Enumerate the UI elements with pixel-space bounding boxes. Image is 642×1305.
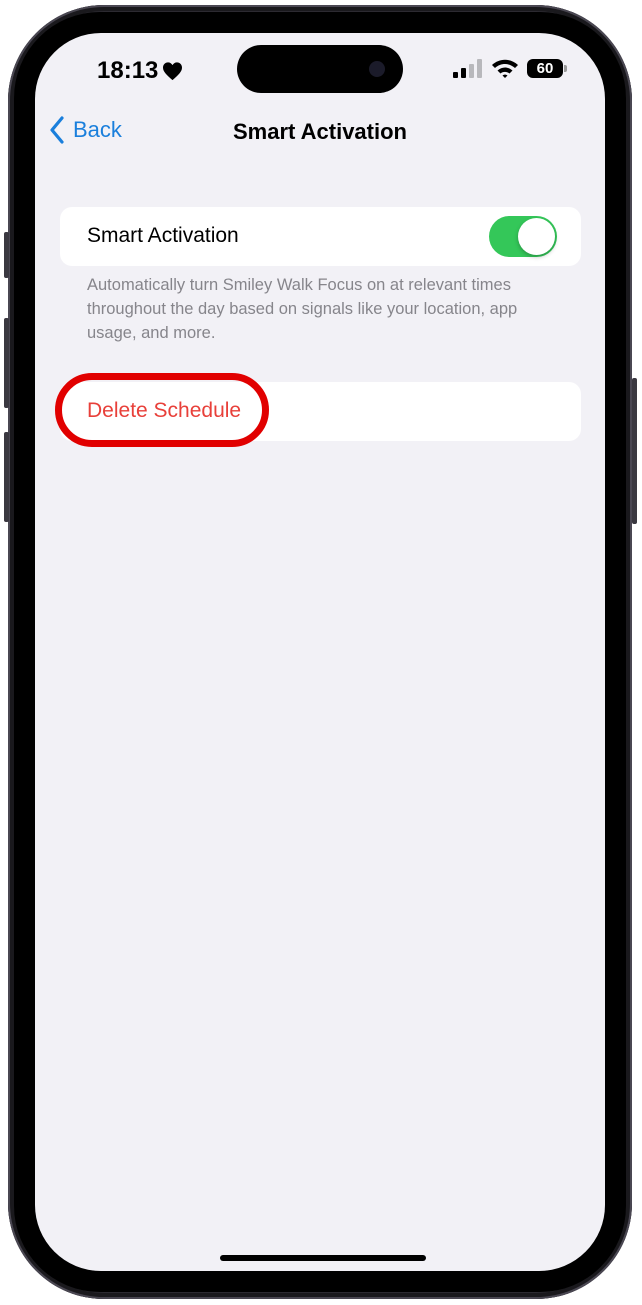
front-camera [369, 61, 385, 77]
toggle-knob [518, 218, 555, 255]
smart-activation-footnote: Automatically turn Smiley Walk Focus on … [87, 276, 518, 342]
wifi-icon [492, 59, 518, 78]
page-title: Smart Activation [232, 119, 407, 144]
battery-icon: 60 [527, 58, 567, 78]
cellular-signal-icon [453, 58, 482, 78]
power-button [632, 378, 637, 524]
smart-activation-toggle[interactable] [489, 216, 557, 257]
smart-activation-label: Smart Activation [87, 224, 239, 247]
screen: 18:13 60 Back Smart Activation Smart Act… [35, 33, 605, 1271]
heart-icon [163, 61, 183, 80]
volume-down-button [4, 432, 9, 522]
action-button [4, 232, 9, 278]
clock-text: 18:13 [97, 57, 159, 84]
battery-level: 60 [536, 59, 554, 77]
status-time: 18:13 [97, 57, 183, 85]
dynamic-island [237, 45, 403, 93]
smart-activation-row: Smart Activation [60, 207, 581, 266]
home-indicator[interactable] [220, 1255, 426, 1261]
status-icons: 60 [453, 58, 567, 78]
annotation-circle [55, 373, 269, 447]
volume-up-button [4, 318, 9, 408]
